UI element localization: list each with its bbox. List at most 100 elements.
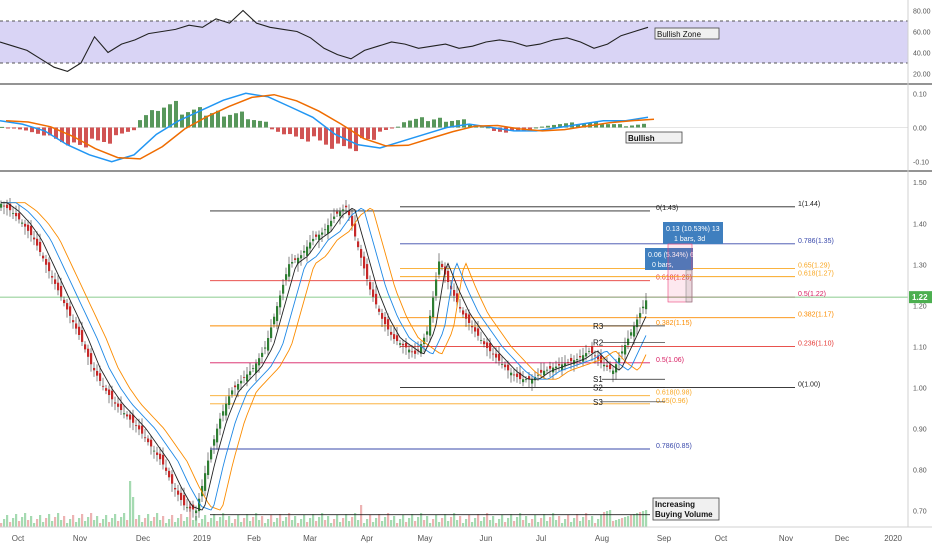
candle-body xyxy=(366,264,369,280)
candle-body xyxy=(588,350,591,352)
volume-bar xyxy=(366,519,369,527)
candle-body xyxy=(354,223,357,237)
volume-bar xyxy=(219,517,222,527)
volume-bar xyxy=(468,515,471,527)
volume-bar xyxy=(525,516,528,527)
macd-histogram-bar xyxy=(378,127,382,132)
volume-bar xyxy=(114,514,117,527)
macd-histogram-bar xyxy=(624,126,628,128)
volume-bar xyxy=(501,515,504,527)
volume-bar xyxy=(66,523,69,527)
candle-body xyxy=(543,370,546,376)
volume-bar xyxy=(594,523,597,527)
macd-histogram-bar xyxy=(420,117,424,128)
candle-body xyxy=(540,369,543,373)
macd-histogram-bar xyxy=(432,119,436,128)
volume-bar xyxy=(381,521,384,527)
fib-mid-level-label: 0.618(0.98) xyxy=(656,390,692,397)
volume-bar xyxy=(15,514,18,527)
volume-bar xyxy=(246,514,249,527)
candle-body xyxy=(378,308,381,312)
candle-body xyxy=(225,403,228,416)
candle-body xyxy=(258,358,261,366)
volume-bar xyxy=(0,523,3,527)
time-axis-tick: Dec xyxy=(835,534,849,543)
candle-body xyxy=(522,379,525,383)
candle-body xyxy=(270,327,273,339)
volume-bar xyxy=(39,515,42,527)
candle-body xyxy=(474,327,477,332)
volume-bar xyxy=(630,515,633,527)
candle-body xyxy=(339,211,342,217)
macd-histogram-bar xyxy=(144,115,148,128)
volume-bar xyxy=(105,515,108,527)
volume-bar xyxy=(78,518,81,527)
volume-bar xyxy=(273,522,276,527)
volume-bar xyxy=(264,523,267,527)
macd-histogram-bar xyxy=(534,127,538,129)
volume-bar xyxy=(90,513,93,527)
time-axis-tick: Feb xyxy=(247,534,261,543)
candle-body xyxy=(264,347,267,349)
macd-histogram-bar xyxy=(138,120,142,128)
volume-bar xyxy=(465,519,468,527)
volume-bar xyxy=(42,522,45,527)
candle-body xyxy=(441,263,444,268)
candle-body xyxy=(276,306,279,322)
volume-bar xyxy=(396,523,399,527)
volume-bar xyxy=(336,515,339,527)
chart-canvas: Bullish Zone Bullish 0(1.43) 0.786(0.85) 0… xyxy=(0,0,932,543)
fib-large-top-label: 0(1.43) xyxy=(656,205,678,212)
candle-body xyxy=(291,262,294,264)
volume-bar xyxy=(297,523,300,527)
volume-bar xyxy=(120,517,123,527)
candle-body xyxy=(411,351,414,353)
volume-bar xyxy=(543,514,546,527)
volume-bar xyxy=(432,519,435,527)
candle-body xyxy=(549,366,552,369)
candle-body xyxy=(243,377,246,378)
candle-body xyxy=(489,343,492,352)
volume-bar xyxy=(345,514,348,527)
candle-body xyxy=(621,351,624,354)
volume-bar xyxy=(384,517,387,527)
volume-bar xyxy=(423,520,426,527)
volume-bar xyxy=(633,514,636,527)
candle-body xyxy=(102,385,105,387)
volume-bar xyxy=(153,517,156,527)
candle-body xyxy=(186,507,189,509)
volume-bar xyxy=(408,518,411,527)
macd-histogram-bar xyxy=(384,127,388,130)
volume-bar xyxy=(462,523,465,527)
macd-histogram-bar xyxy=(396,126,400,128)
candle-body xyxy=(507,364,510,371)
macd-histogram-bar xyxy=(150,110,154,128)
candle-body xyxy=(252,368,255,369)
candle-body xyxy=(294,258,297,260)
volume-bar xyxy=(363,523,366,527)
candle-body xyxy=(516,373,519,377)
time-axis-tick: Mar xyxy=(303,534,317,543)
volume-bar xyxy=(213,514,216,527)
volume-bar xyxy=(537,522,540,527)
fib-right-level-label: 0.618(1.27) xyxy=(798,271,834,278)
candle-body xyxy=(57,282,60,291)
volume-bar xyxy=(459,516,462,527)
price-panel: 0(1.43)0.786(0.85)0.618(1.26)0.382(1.15)… xyxy=(0,197,908,527)
measure-1-line1: 0.13 (10.53%) 13 xyxy=(666,226,720,233)
time-axis-tick: Dec xyxy=(136,534,150,543)
time-axis[interactable]: Oct Nov Dec 2019 Feb Mar Apr May Jun Jul Aug Sep Oct… xyxy=(0,526,932,543)
trading-chart: Bullish Zone Bullish 0(1.43) 0.786(0.85) 0… xyxy=(0,0,932,550)
price-axis[interactable]: 80.00 60.00 40.00 20.00 0.10 0.00 -0.10 1.50 1.4… xyxy=(907,0,932,527)
macd-panel: Bullish xyxy=(0,92,932,172)
volume-bar xyxy=(186,517,189,527)
macd-histogram-bar xyxy=(366,127,370,139)
volume-bar xyxy=(303,515,306,527)
candle-body xyxy=(246,374,249,382)
volume-bar xyxy=(399,519,402,527)
candle-body xyxy=(546,369,549,371)
candle-body xyxy=(177,490,180,495)
candle-body xyxy=(408,349,411,353)
fib-right-level-label: 0.786(1.35) xyxy=(798,238,834,245)
rsi-annotation-label: Bullish Zone xyxy=(657,30,702,39)
